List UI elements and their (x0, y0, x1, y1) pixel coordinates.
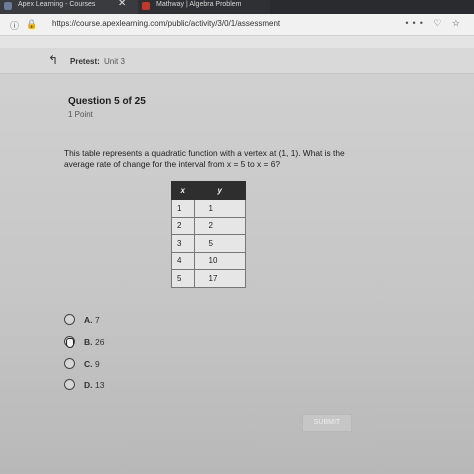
option-letter: B. (84, 337, 93, 347)
table-row: 5 17 (171, 269, 246, 288)
option-value: 13 (95, 380, 105, 390)
submit-button[interactable]: SUBMIT (302, 414, 352, 432)
question-panel: Question 5 of 25 1 Point This table repr… (0, 74, 474, 474)
table-cell: 5 (171, 269, 195, 288)
table-cell: 3 (171, 234, 195, 253)
table-cell: 4 (171, 251, 195, 270)
address-bar: ⓘ 🔒 https://course.apexlearning.com/publ… (0, 14, 474, 36)
browser-tab-bar: Apex Learning - Courses ✕ Mathway | Alge… (0, 0, 474, 14)
hand-cursor-icon (66, 338, 74, 348)
table-cell: 5 (193, 234, 246, 253)
table-cell: 2 (171, 216, 195, 235)
table-cell: 2 (193, 216, 246, 235)
question-points: 1 Point (68, 110, 93, 119)
tab-label: Apex Learning - Courses (18, 1, 96, 8)
table-cell: 17 (193, 269, 246, 288)
app-header: ↰ Pretest: Unit 3 (0, 48, 474, 74)
option-value: 7 (95, 315, 100, 325)
table-row: 4 10 (171, 251, 246, 270)
info-icon[interactable]: ⓘ (10, 19, 19, 32)
option-letter: C. (84, 359, 93, 369)
option-letter: A. (84, 315, 93, 325)
browser-tab-mathway[interactable]: Mathway | Algebra Problem + (138, 0, 270, 14)
browser-tab-apex[interactable]: Apex Learning - Courses ✕ (0, 0, 140, 14)
data-table: x y 1 1 2 2 3 5 4 10 5 17 (171, 181, 246, 288)
option-value: 26 (95, 337, 105, 347)
lock-icon: 🔒 (26, 19, 38, 29)
table-header-x: x (171, 181, 195, 200)
close-tab-icon[interactable]: ✕ (118, 0, 126, 9)
mathway-favicon-icon (142, 2, 150, 10)
table-header-y: y (193, 181, 246, 200)
back-arrow-icon[interactable]: ↰ (48, 53, 58, 67)
table-cell: 1 (171, 199, 195, 218)
url-text[interactable]: https://course.apexlearning.com/public/a… (52, 19, 280, 28)
radio-a[interactable] (64, 314, 75, 325)
option-value: 9 (95, 359, 100, 369)
question-text: This table represents a quadratic functi… (64, 148, 345, 169)
table-cell: 1 (193, 199, 246, 218)
header-unit: Unit 3 (104, 57, 125, 66)
table-row: 3 5 (171, 234, 246, 253)
question-title: Question 5 of 25 (68, 96, 146, 107)
header-label: Pretest: (70, 57, 100, 66)
browser-subbar (0, 36, 474, 48)
option-letter: D. (84, 380, 93, 390)
radio-d[interactable] (64, 379, 75, 390)
apex-favicon-icon (4, 2, 12, 10)
radio-c[interactable] (64, 358, 75, 369)
table-row: 1 1 (171, 199, 246, 218)
browser-menu-icons[interactable]: ••• ♡ ☆ (405, 18, 464, 29)
tab-label: Mathway | Algebra Problem (156, 1, 242, 8)
table-cell: 10 (193, 251, 246, 270)
table-row: 2 2 (171, 216, 246, 235)
